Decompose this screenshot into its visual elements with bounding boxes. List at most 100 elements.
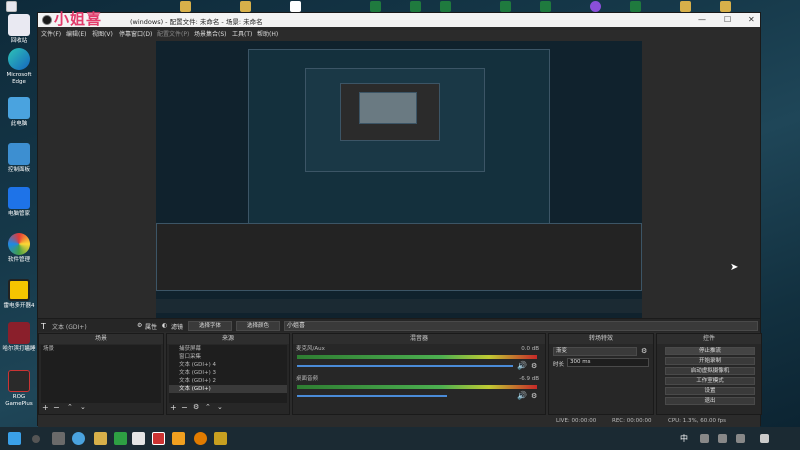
menu-docks[interactable]: 停靠窗口(D)	[119, 29, 152, 38]
preview-canvas[interactable]	[156, 41, 642, 327]
volume-fader[interactable]	[297, 365, 513, 367]
start-recording-button[interactable]: 开始录制	[665, 357, 755, 365]
app-icon[interactable]	[194, 432, 207, 445]
chevron-up-icon[interactable]: ⌃	[205, 403, 211, 411]
chevron-down-icon[interactable]: ⌄	[80, 403, 86, 411]
menu-help[interactable]: 帮助(H)	[257, 29, 278, 38]
speaker-icon[interactable]	[718, 434, 727, 443]
desktop-icon-label: 哈尔滨打瞌睡	[2, 346, 36, 352]
folder-icon[interactable]	[94, 432, 107, 445]
folder-icon[interactable]	[680, 1, 691, 12]
obs-logo-icon	[42, 15, 52, 25]
desktop-icon-edge[interactable]: Microsoft Edge	[2, 48, 36, 86]
speaker-icon[interactable]: 🔊	[517, 361, 527, 370]
source-item[interactable]: 捕获屏幕	[169, 345, 287, 353]
source-item-selected[interactable]: 文本 (GDI+)	[169, 385, 287, 393]
menu-scene-collection[interactable]: 场景集合(S)	[194, 29, 227, 38]
nested-preview-level2	[305, 68, 485, 172]
properties-button[interactable]: 属性	[145, 322, 157, 331]
volume-fader[interactable]	[297, 395, 447, 397]
recycle-bin-icon[interactable]	[6, 1, 17, 12]
gear-icon[interactable]: ⚙	[641, 347, 647, 355]
source-item[interactable]: 文本 (GDI+) 4	[169, 361, 287, 369]
excel-icon[interactable]	[540, 1, 551, 12]
gear-icon[interactable]: ⚙	[137, 322, 142, 329]
desktop-icon-label: 回收站	[10, 38, 28, 44]
desktop-icon-rog-gameplus[interactable]: ROG GamePlus	[2, 370, 36, 408]
minimize-icon[interactable]: —	[698, 15, 706, 24]
speaker-icon[interactable]: 🔊	[517, 391, 527, 400]
folder-icon[interactable]	[240, 1, 251, 12]
transition-select[interactable]: 渐变	[553, 347, 637, 356]
remove-icon[interactable]: −	[181, 403, 188, 412]
onedrive-icon[interactable]	[72, 432, 85, 445]
add-icon[interactable]: +	[170, 403, 177, 412]
app-icon[interactable]	[590, 1, 601, 12]
chevron-down-icon[interactable]: ⌄	[217, 403, 223, 411]
volume-meter	[297, 355, 537, 359]
desktop-icon-game[interactable]: 哈尔滨打瞌睡	[2, 322, 36, 353]
start-virtual-camera-button[interactable]: 启动虚拟摄像机	[665, 367, 755, 375]
source-item[interactable]: 文本 (GDI+) 2	[169, 377, 287, 385]
app-icon[interactable]	[214, 432, 227, 445]
network-icon[interactable]	[700, 434, 709, 443]
remove-icon[interactable]: −	[53, 403, 60, 412]
menu-edit[interactable]: 编辑(E)	[66, 29, 86, 38]
computer-icon	[8, 97, 30, 119]
app-icon[interactable]	[172, 432, 185, 445]
menu-view[interactable]: 视图(V)	[92, 29, 113, 38]
folder-icon[interactable]	[180, 1, 191, 12]
excel-icon[interactable]	[410, 1, 421, 12]
excel-icon[interactable]	[500, 1, 511, 12]
excel-icon[interactable]	[370, 1, 381, 12]
menu-file[interactable]: 文件(F)	[41, 29, 61, 38]
gear-icon[interactable]: ⚙	[193, 403, 199, 411]
start-icon[interactable]	[8, 432, 21, 445]
chrome-icon[interactable]	[132, 432, 145, 445]
cpu-status: CPU: 1.3%, 60.00 fps	[668, 418, 727, 424]
gear-icon[interactable]: ⚙	[531, 362, 537, 370]
desktop-icon-recycle-bin[interactable]: 回收站	[2, 14, 36, 45]
task-view-icon[interactable]	[52, 432, 65, 445]
settings-button[interactable]: 设置	[665, 387, 755, 395]
chevron-up-icon[interactable]: ⌃	[67, 403, 73, 411]
battery-icon[interactable]	[736, 434, 745, 443]
desktop-icon-pc-manager[interactable]: 电脑管家	[2, 187, 36, 218]
app-icon[interactable]	[152, 432, 165, 445]
notification-icon[interactable]	[760, 434, 769, 443]
desktop-icon-this-pc[interactable]: 此电脑	[2, 97, 36, 128]
studio-mode-button[interactable]: 工作室模式	[665, 377, 755, 385]
exit-button[interactable]: 退出	[665, 397, 755, 405]
scene-item[interactable]: 场景	[41, 345, 161, 353]
volume-meter	[297, 385, 537, 389]
file-icon[interactable]	[290, 1, 301, 12]
menu-profile[interactable]: 配置文件(P)	[157, 29, 189, 38]
excel-icon[interactable]	[440, 1, 451, 12]
text-input[interactable]: 小姐喜	[284, 321, 758, 331]
ime-indicator[interactable]: 中	[680, 433, 688, 444]
select-font-button[interactable]: 选择字体	[188, 321, 232, 331]
source-item[interactable]: 文本 (GDI+) 3	[169, 369, 287, 377]
excel-icon[interactable]	[630, 1, 641, 12]
close-icon[interactable]: ✕	[748, 15, 755, 24]
search-icon[interactable]	[32, 435, 40, 443]
sources-dock-title: 来源	[167, 334, 289, 344]
desktop-icon-ldplayer[interactable]: 雷电多开器4	[2, 279, 36, 310]
filter-icon[interactable]: ◐	[162, 322, 167, 329]
desktop-icon-software-manager[interactable]: 软件管理	[2, 233, 36, 264]
filters-button[interactable]: 滤镜	[171, 322, 183, 331]
maximize-icon[interactable]: ☐	[724, 15, 731, 24]
folder-icon[interactable]	[720, 1, 731, 12]
duration-input[interactable]: 300 ms	[567, 358, 649, 367]
scenes-dock: 场景 场景 + − ⌃ ⌄	[38, 333, 164, 415]
desktop-icon-control-panel[interactable]: 控制面板	[2, 143, 36, 174]
stop-streaming-button[interactable]: 停止推流	[665, 347, 755, 355]
xbox-icon[interactable]	[114, 432, 127, 445]
gear-icon[interactable]: ⚙	[531, 392, 537, 400]
source-item[interactable]: 窗口采集	[169, 353, 287, 361]
mixer-channel-db: -6.9 dB	[519, 376, 539, 382]
shield-icon	[8, 187, 30, 209]
menu-tools[interactable]: 工具(T)	[232, 29, 252, 38]
select-color-button[interactable]: 选择颜色	[236, 321, 280, 331]
add-icon[interactable]: +	[42, 403, 49, 412]
